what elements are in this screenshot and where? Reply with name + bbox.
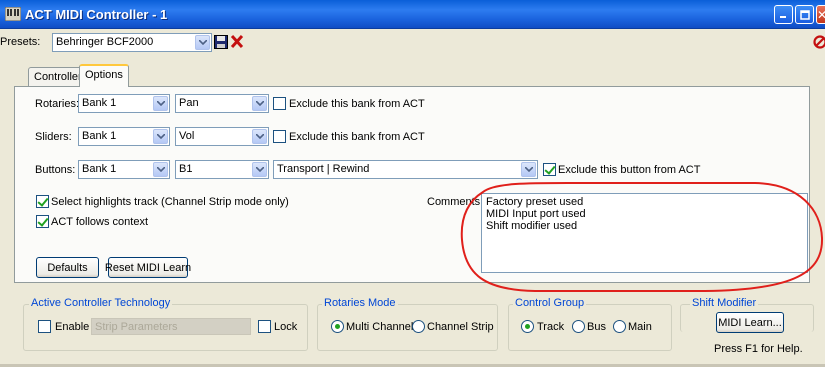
main-radio[interactable]: [613, 320, 626, 333]
rotaries-label: Rotaries:: [35, 98, 80, 110]
midi-learn-button[interactable]: MIDI Learn...: [716, 312, 784, 333]
track-label: Track: [537, 321, 565, 333]
chevron-down-icon[interactable]: [195, 35, 210, 50]
buttons-label: Buttons:: [35, 164, 76, 176]
bus-radio[interactable]: [572, 320, 585, 333]
rotaries-bank-combo[interactable]: Bank 1: [78, 94, 170, 113]
main-label: Main: [628, 321, 652, 333]
strip-parameters-field: Strip Parameters: [91, 318, 251, 335]
buttons-bank-value: Bank 1: [82, 163, 117, 175]
sliders-exclude-checkbox[interactable]: [273, 130, 286, 143]
minimize-icon: [780, 16, 786, 18]
presets-value: Behringer BCF2000: [56, 36, 154, 48]
act-lock-label: Lock: [274, 321, 298, 333]
save-preset-button[interactable]: [214, 35, 228, 49]
rotaries-mode-title: Rotaries Mode: [322, 297, 398, 309]
buttons-exclude-checkbox[interactable]: [543, 163, 556, 176]
shift-modifier-title: Shift Modifier: [690, 297, 759, 309]
chevron-down-icon[interactable]: [153, 129, 168, 144]
presets-label: Presets:: [0, 36, 41, 48]
chevron-down-icon[interactable]: [521, 162, 536, 177]
act-lock-checkbox[interactable]: [258, 320, 271, 333]
sliders-exclude-label: Exclude this bank from ACT: [289, 131, 425, 143]
chevron-down-icon[interactable]: [252, 162, 267, 177]
track-radio[interactable]: [521, 320, 534, 333]
defaults-button[interactable]: Defaults: [36, 257, 99, 278]
close-icon: ✕: [816, 7, 825, 22]
buttons-action-value: Transport | Rewind: [277, 163, 370, 175]
multi-channel-radio[interactable]: [331, 320, 344, 333]
rotaries-bank-value: Bank 1: [82, 97, 117, 109]
disable-icon[interactable]: [812, 34, 825, 50]
maximize-button[interactable]: [795, 5, 814, 24]
control-group-title: Control Group: [513, 297, 587, 309]
tab-options[interactable]: Options: [79, 64, 129, 87]
sliders-bank-value: Bank 1: [82, 130, 117, 142]
buttons-button-value: B1: [179, 163, 193, 175]
act-enable-checkbox[interactable]: [38, 320, 51, 333]
buttons-button-combo[interactable]: B1: [175, 160, 269, 179]
rotaries-param-value: Pan: [179, 97, 199, 109]
select-highlights-checkbox[interactable]: [36, 195, 49, 208]
channel-strip-label: Channel Strip: [427, 321, 494, 333]
maximize-icon: [799, 9, 810, 20]
minimize-button[interactable]: [774, 5, 793, 24]
help-text: Press F1 for Help.: [714, 343, 803, 355]
rotaries-param-combo[interactable]: Pan: [175, 94, 269, 113]
act-follows-label: ACT follows context: [51, 216, 149, 228]
sliders-bank-combo[interactable]: Bank 1: [78, 127, 170, 146]
rotaries-exclude-label: Exclude this bank from ACT: [289, 98, 425, 110]
sliders-label: Sliders:: [35, 131, 72, 143]
act-enable-label: Enable: [55, 321, 90, 333]
act-follows-checkbox[interactable]: [36, 215, 49, 228]
chevron-down-icon[interactable]: [153, 162, 168, 177]
chevron-down-icon[interactable]: [252, 129, 267, 144]
reset-midi-learn-button[interactable]: Reset MIDI Learn: [105, 257, 191, 278]
chevron-down-icon[interactable]: [153, 96, 168, 111]
channel-strip-radio[interactable]: [412, 320, 425, 333]
window-title: ACT MIDI Controller - 1: [25, 7, 168, 22]
buttons-bank-combo[interactable]: Bank 1: [78, 160, 170, 179]
title-bar[interactable]: ACT MIDI Controller - 1 ✕: [0, 0, 825, 29]
delete-preset-button[interactable]: [230, 34, 244, 49]
delete-x-icon: [230, 34, 244, 49]
close-button[interactable]: ✕: [816, 5, 825, 24]
buttons-exclude-label: Exclude this button from ACT: [558, 164, 701, 176]
select-highlights-label: Select highlights track (Channel Strip m…: [51, 196, 289, 208]
app-icon: [4, 6, 22, 22]
chevron-down-icon[interactable]: [252, 96, 267, 111]
sliders-param-value: Vol: [179, 130, 195, 142]
sliders-param-combo[interactable]: Vol: [175, 127, 269, 146]
presets-combo[interactable]: Behringer BCF2000: [52, 33, 212, 52]
floppy-save-icon: [214, 35, 228, 49]
buttons-action-combo[interactable]: Transport | Rewind: [273, 160, 538, 179]
bus-label: Bus: [587, 321, 606, 333]
act-group-title: Active Controller Technology: [29, 297, 173, 309]
highlight-ellipse: [460, 181, 824, 292]
multi-channel-label: Multi Channel: [346, 321, 414, 333]
rotaries-exclude-checkbox[interactable]: [273, 97, 286, 110]
